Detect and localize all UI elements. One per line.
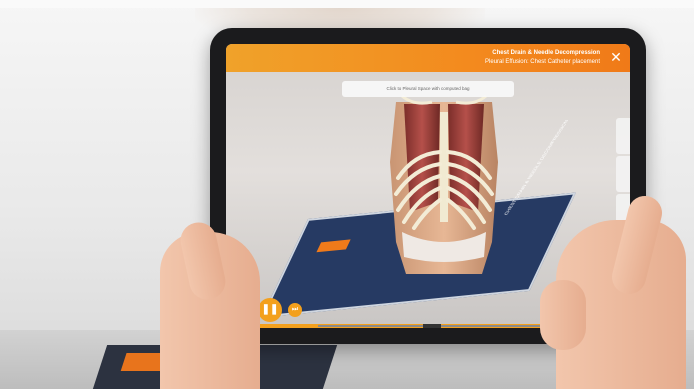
side-panel-tab-2[interactable] <box>616 156 630 192</box>
pause-icon[interactable]: ❚❚ <box>258 298 282 322</box>
instruction-banner: Click to Pleural Space with computed bag <box>342 81 514 97</box>
close-icon[interactable]: ✕ <box>608 49 624 65</box>
right-finger <box>540 280 586 350</box>
header-subtitle: Pleural Effusion: Chest Catheter placeme… <box>485 59 600 65</box>
anatomy-model[interactable] <box>374 92 514 274</box>
timeline-knob[interactable] <box>423 324 441 328</box>
app-header: Chest Drain & Needle Decompression Pleur… <box>226 44 630 72</box>
side-panel-tab-1[interactable] <box>616 118 630 154</box>
next-icon[interactable]: ⏭ <box>288 303 302 317</box>
top-band <box>0 0 694 8</box>
card-logo <box>316 239 351 253</box>
header-title: Chest Drain & Needle Decompression <box>492 50 600 56</box>
